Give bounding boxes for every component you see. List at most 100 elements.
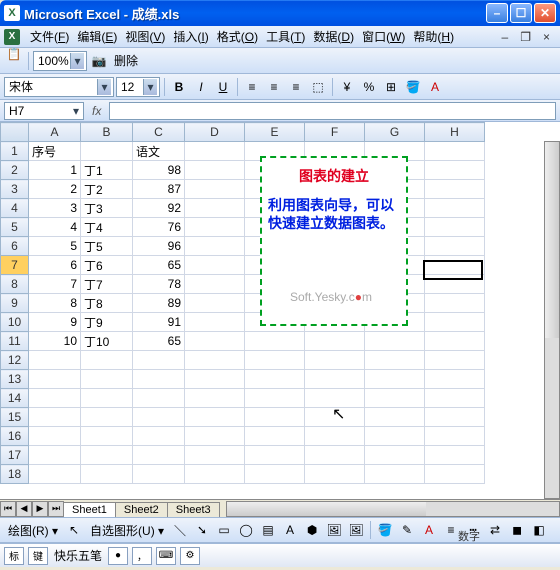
cell-A9[interactable]: 8	[29, 294, 81, 313]
cell-B15[interactable]	[81, 408, 133, 427]
cell-C10[interactable]: 91	[133, 313, 185, 332]
menu-h[interactable]: 帮助(H)	[409, 28, 458, 46]
row-header-5[interactable]: 5	[1, 218, 29, 237]
menu-i[interactable]: 插入(I)	[169, 28, 212, 46]
cell-H4[interactable]	[425, 199, 485, 218]
close-button[interactable]: ✕	[534, 3, 556, 23]
cell-A12[interactable]	[29, 351, 81, 370]
cell-F17[interactable]	[305, 446, 365, 465]
cell-B11[interactable]: 丁10	[81, 332, 133, 351]
font-color-button[interactable]: A	[425, 77, 445, 97]
arrow-button[interactable]: ➘	[192, 520, 212, 540]
cell-C1[interactable]: 语文	[133, 142, 185, 161]
cell-A18[interactable]	[29, 465, 81, 484]
cell-G15[interactable]	[365, 408, 425, 427]
cell-C8[interactable]: 78	[133, 275, 185, 294]
cell-B3[interactable]: 丁2	[81, 180, 133, 199]
cell-A8[interactable]: 7	[29, 275, 81, 294]
cell-H17[interactable]	[425, 446, 485, 465]
fx-icon[interactable]: fx	[88, 104, 105, 118]
line-color-button[interactable]: ✎	[397, 520, 417, 540]
horizontal-scrollbar[interactable]	[226, 501, 560, 517]
underline-button[interactable]: U	[213, 77, 233, 97]
ime-setting-icon[interactable]: ⚙	[180, 547, 200, 565]
cell-H10[interactable]	[425, 313, 485, 332]
cell-B10[interactable]: 丁9	[81, 313, 133, 332]
cell-D1[interactable]	[185, 142, 245, 161]
cell-A13[interactable]	[29, 370, 81, 389]
col-header-A[interactable]: A	[29, 123, 81, 142]
cell-H11[interactable]	[425, 332, 485, 351]
cell-H18[interactable]	[425, 465, 485, 484]
cell-D11[interactable]	[185, 332, 245, 351]
cell-F16[interactable]	[305, 427, 365, 446]
cell-A5[interactable]: 4	[29, 218, 81, 237]
align-right-button[interactable]: ≡	[286, 77, 306, 97]
tab-nav-first[interactable]: ⏮	[0, 501, 16, 517]
cell-F11[interactable]	[305, 332, 365, 351]
cell-E16[interactable]	[245, 427, 305, 446]
cell-A7[interactable]: 6	[29, 256, 81, 275]
cell-B17[interactable]	[81, 446, 133, 465]
line-button[interactable]: ＼	[170, 520, 190, 540]
font-dropdown[interactable]: 宋体▾	[4, 77, 114, 97]
cell-D16[interactable]	[185, 427, 245, 446]
zoom-dropdown[interactable]: 100%▾	[33, 51, 87, 71]
cell-E12[interactable]	[245, 351, 305, 370]
ime-lang-icon[interactable]: 键	[28, 547, 48, 565]
cell-A4[interactable]: 3	[29, 199, 81, 218]
currency-button[interactable]: ¥	[337, 77, 357, 97]
diagram-button[interactable]: ⬢	[302, 520, 322, 540]
cell-B7[interactable]: 丁6	[81, 256, 133, 275]
cell-H16[interactable]	[425, 427, 485, 446]
cell-B14[interactable]	[81, 389, 133, 408]
select-objects-button[interactable]: ↖	[64, 520, 84, 540]
cell-H3[interactable]	[425, 180, 485, 199]
ime-punct-icon[interactable]: ，	[132, 547, 152, 565]
sheet-tab-1[interactable]: Sheet2	[115, 502, 168, 517]
menu-t[interactable]: 工具(T)	[262, 28, 309, 46]
cell-D10[interactable]	[185, 313, 245, 332]
row-header-17[interactable]: 17	[1, 446, 29, 465]
cell-A17[interactable]	[29, 446, 81, 465]
row-header-11[interactable]: 11	[1, 332, 29, 351]
mdi-restore[interactable]: ❐	[514, 30, 537, 44]
cell-G12[interactable]	[365, 351, 425, 370]
row-header-9[interactable]: 9	[1, 294, 29, 313]
wordart-button[interactable]: A	[280, 520, 300, 540]
cell-D18[interactable]	[185, 465, 245, 484]
cell-H6[interactable]	[425, 237, 485, 256]
arrow-style-button[interactable]: ⇄	[485, 520, 505, 540]
row-header-3[interactable]: 3	[1, 180, 29, 199]
cell-C6[interactable]: 96	[133, 237, 185, 256]
cell-F18[interactable]	[305, 465, 365, 484]
cell-D17[interactable]	[185, 446, 245, 465]
cell-H7[interactable]	[425, 256, 485, 275]
menu-f[interactable]: 文件(F)	[26, 28, 73, 46]
row-header-10[interactable]: 10	[1, 313, 29, 332]
cell-A16[interactable]	[29, 427, 81, 446]
align-left-button[interactable]: ≡	[242, 77, 262, 97]
cell-B6[interactable]: 丁5	[81, 237, 133, 256]
col-header-D[interactable]: D	[185, 123, 245, 142]
cell-C4[interactable]: 92	[133, 199, 185, 218]
mdi-minimize[interactable]: –	[496, 30, 515, 44]
cell-D2[interactable]	[185, 161, 245, 180]
cell-C18[interactable]	[133, 465, 185, 484]
bold-button[interactable]: B	[169, 77, 189, 97]
ime-softkbd-icon[interactable]: ⌨	[156, 547, 176, 565]
cell-B18[interactable]	[81, 465, 133, 484]
col-header-E[interactable]: E	[245, 123, 305, 142]
cell-H12[interactable]	[425, 351, 485, 370]
cell-D13[interactable]	[185, 370, 245, 389]
cell-E15[interactable]	[245, 408, 305, 427]
italic-button[interactable]: I	[191, 77, 211, 97]
row-header-18[interactable]: 18	[1, 465, 29, 484]
row-header-14[interactable]: 14	[1, 389, 29, 408]
cell-G16[interactable]	[365, 427, 425, 446]
cell-G17[interactable]	[365, 446, 425, 465]
cell-H1[interactable]	[425, 142, 485, 161]
menu-v[interactable]: 视图(V)	[121, 28, 169, 46]
fill-button[interactable]: 🪣	[375, 520, 395, 540]
cell-B13[interactable]	[81, 370, 133, 389]
